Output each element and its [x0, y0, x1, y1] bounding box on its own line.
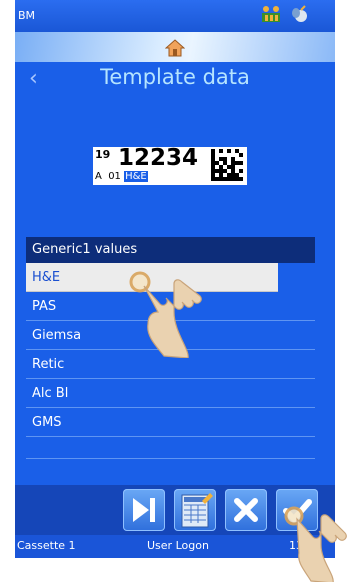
label-prefix: A 01 [95, 171, 125, 182]
list-header: Generic1 values [26, 237, 315, 263]
footer-user-logon[interactable]: User Logon [147, 539, 209, 552]
home-bar [15, 32, 335, 62]
edit-template-icon [181, 493, 213, 528]
label-number: 12234 [118, 145, 199, 171]
edit-template-button[interactable] [174, 489, 216, 531]
label-preview: 19 12234 A 01 H&E [93, 145, 247, 185]
tap-hint-hand-icon-secondary [284, 506, 347, 582]
status-bar: BM [15, 0, 335, 32]
printer-ink-icon [262, 6, 280, 22]
footer-cassette: Cassette 1 [17, 539, 76, 552]
status-title: BM [18, 9, 36, 22]
label-selected-field: H&E [124, 171, 148, 182]
header: ‹ Template data [15, 62, 335, 96]
label-line: A 01 H&E [95, 171, 148, 182]
list-item-gms[interactable]: GMS [26, 408, 315, 437]
mouse-icon [292, 5, 307, 22]
label-superscript: 19 [95, 148, 111, 161]
list-empty-row [26, 437, 315, 459]
list-item-alc-bl[interactable]: Alc Bl [26, 379, 315, 408]
page-title: Template data [100, 65, 250, 89]
home-icon[interactable] [165, 38, 185, 58]
close-icon [234, 498, 258, 522]
tap-hint-hand-icon [129, 271, 202, 358]
skip-button[interactable] [123, 489, 165, 531]
cancel-button[interactable] [225, 489, 267, 531]
datamatrix-code [211, 149, 243, 181]
skip-forward-icon [133, 498, 155, 522]
